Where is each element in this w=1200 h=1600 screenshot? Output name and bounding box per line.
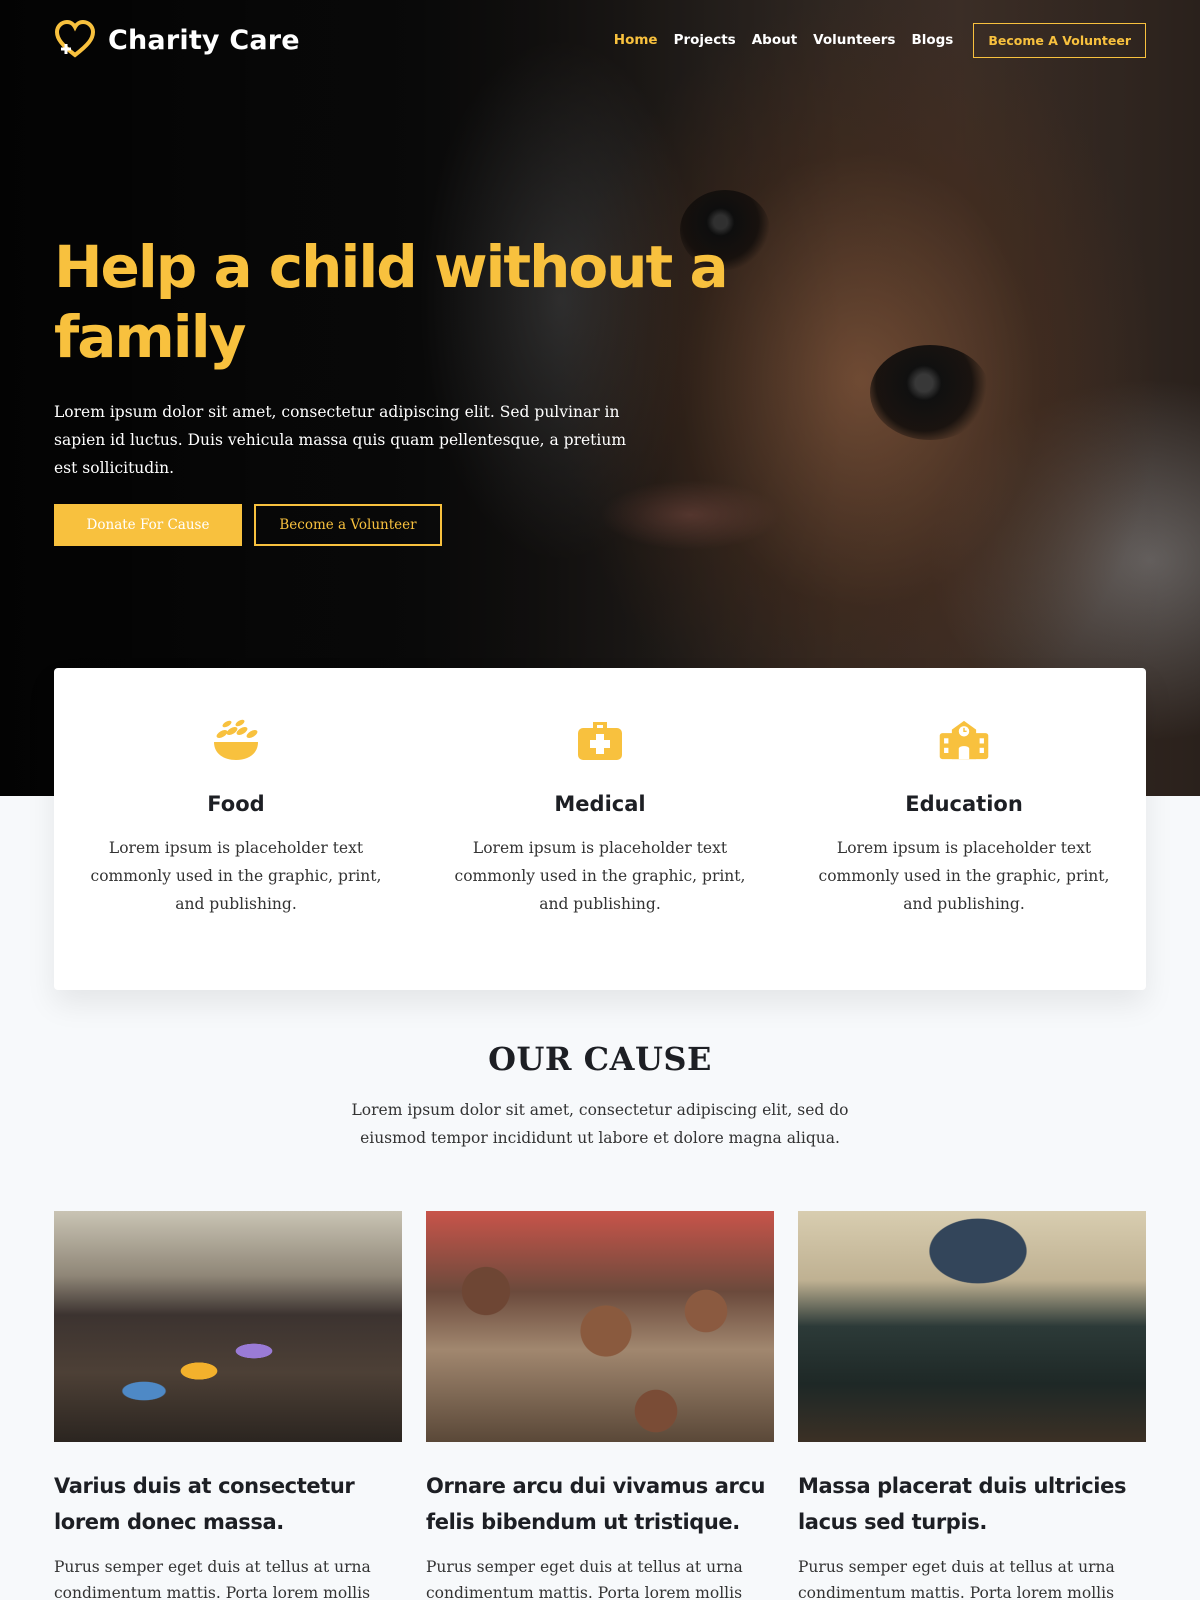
brand-name: Charity Care: [108, 24, 300, 56]
heart-logo-icon: [54, 19, 96, 58]
nav-about[interactable]: About: [752, 32, 797, 48]
feature-text: Lorem ipsum is placeholder text commonly…: [90, 839, 382, 913]
hero-title: Help a child without a family: [54, 233, 729, 371]
cause-card[interactable]: Ornare arcu dui vivamus arcu felis biben…: [426, 1211, 774, 1600]
top-navigation: Charity Care Home Projects About Volunte…: [54, 18, 1146, 62]
feature-text: Lorem ipsum is placeholder text commonly…: [818, 839, 1110, 913]
cause-card-image[interactable]: [798, 1211, 1146, 1442]
school-icon: [939, 720, 989, 760]
nav-volunteers[interactable]: Volunteers: [813, 32, 895, 48]
features-card: Food Lorem ipsum is placeholder text com…: [54, 668, 1146, 990]
feature-title: Education: [905, 792, 1023, 816]
feature-text: Lorem ipsum is placeholder text commonly…: [454, 839, 746, 913]
nav-projects[interactable]: Projects: [674, 32, 736, 48]
our-cause-title: OUR CAUSE: [488, 1040, 712, 1078]
cause-card-text: Purus semper eget duis at tellus at urna…: [798, 1558, 1115, 1600]
nav-home[interactable]: Home: [614, 32, 658, 48]
cause-card[interactable]: Varius duis at consectetur lorem donec m…: [54, 1211, 402, 1600]
cause-card-title[interactable]: Ornare arcu dui vivamus arcu felis biben…: [426, 1468, 774, 1540]
feature-title: Medical: [554, 792, 646, 816]
donate-button[interactable]: Donate For Cause: [54, 504, 242, 546]
nav-blogs[interactable]: Blogs: [911, 32, 953, 48]
cause-card-image[interactable]: [426, 1211, 774, 1442]
brand[interactable]: Charity Care: [54, 19, 300, 61]
cause-card-title[interactable]: Massa placerat duis ultricies lacus sed …: [798, 1468, 1146, 1540]
food-bowl-icon: [214, 719, 258, 760]
feature-education: Education Lorem ipsum is placeholder tex…: [782, 668, 1146, 990]
feature-title: Food: [207, 792, 265, 816]
cause-card-text: Purus semper eget duis at tellus at urna…: [54, 1558, 371, 1600]
become-volunteer-nav-button[interactable]: Become A Volunteer: [973, 22, 1146, 58]
medical-kit-icon: [578, 722, 622, 760]
feature-food: Food Lorem ipsum is placeholder text com…: [54, 668, 418, 990]
main-menu: Home Projects About Volunteers Blogs Bec…: [614, 22, 1146, 58]
our-cause-subtitle: Lorem ipsum dolor sit amet, consectetur …: [351, 1101, 849, 1147]
feature-medical: Medical Lorem ipsum is placeholder text …: [418, 668, 782, 990]
cause-card-title[interactable]: Varius duis at consectetur lorem donec m…: [54, 1468, 402, 1540]
hero-description: Lorem ipsum dolor sit amet, consectetur …: [54, 403, 627, 477]
become-volunteer-button[interactable]: Become a Volunteer: [254, 504, 442, 546]
cause-card-text: Purus semper eget duis at tellus at urna…: [426, 1558, 743, 1600]
cause-card-image[interactable]: [54, 1211, 402, 1442]
cause-cards: Varius duis at consectetur lorem donec m…: [54, 1211, 1146, 1600]
cause-card[interactable]: Massa placerat duis ultricies lacus sed …: [798, 1211, 1146, 1600]
